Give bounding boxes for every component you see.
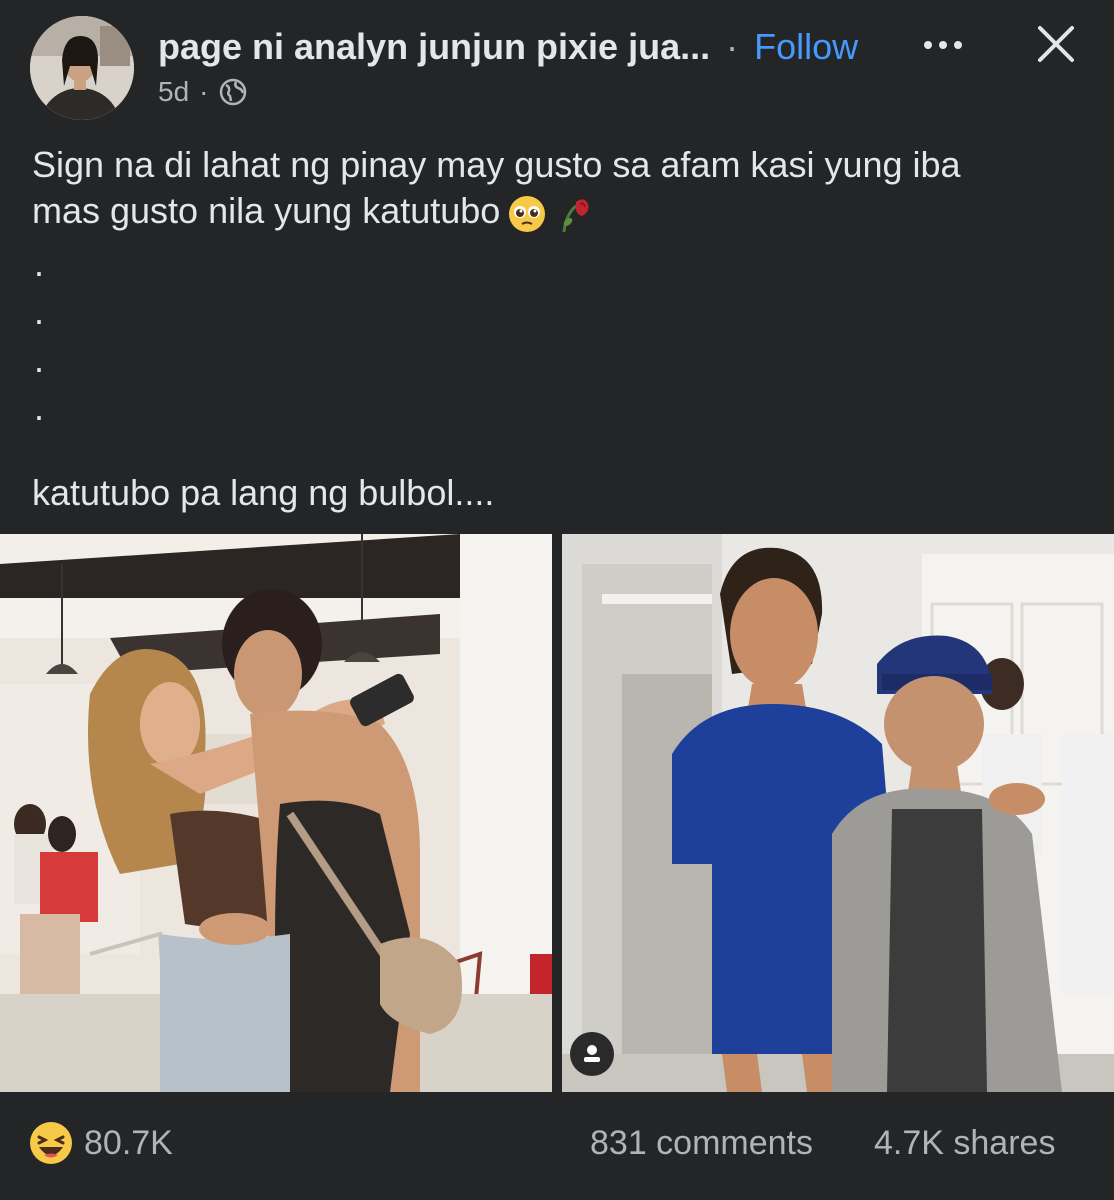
pleading-face-emoji <box>506 192 548 234</box>
post-meta: 5d · <box>158 76 248 108</box>
globe-icon <box>218 77 248 107</box>
comments-count[interactable]: 831 comments <box>590 1124 813 1163</box>
follow-button[interactable]: Follow <box>754 26 858 67</box>
photo-couple-hugging[interactable] <box>0 534 552 1092</box>
haha-reaction-icon[interactable] <box>28 1120 74 1166</box>
facebook-post: page ni analyn junjun pixie jua... · Fol… <box>0 0 1114 1200</box>
dot-line-4: . <box>34 387 45 429</box>
post-time[interactable]: 5d <box>158 76 189 108</box>
post-text-last-line: katutubo pa lang ng bulbol.... <box>32 472 495 513</box>
post-text-line-1: Sign na di lahat ng pinay may gusto sa a… <box>32 144 961 185</box>
author-avatar[interactable] <box>30 16 134 120</box>
post-text-line-2: mas gusto nila yung katutubo <box>32 188 1092 234</box>
more-horizontal-icon[interactable] <box>918 30 968 60</box>
photo-volleyball-player-with-boy[interactable] <box>562 534 1114 1092</box>
post-footer: 80.7K 831 comments 4.7K shares <box>0 1100 1114 1200</box>
meta-separator: · <box>199 76 209 107</box>
wilted-rose-emoji <box>554 192 596 234</box>
dot-line-3: . <box>34 339 45 381</box>
dot-line-1: . <box>34 243 45 285</box>
author-line: page ni analyn junjun pixie jua... · Fol… <box>158 26 858 68</box>
dot-line-2: . <box>34 291 45 333</box>
post-text: Sign na di lahat ng pinay may gusto sa a… <box>32 142 1092 432</box>
separator-dot: · <box>726 26 739 67</box>
shares-count[interactable]: 4.7K shares <box>874 1124 1055 1163</box>
reaction-count[interactable]: 80.7K <box>84 1124 173 1163</box>
post-header: page ni analyn junjun pixie jua... · Fol… <box>0 0 1114 130</box>
author-name[interactable]: page ni analyn junjun pixie jua... <box>158 26 710 67</box>
close-icon[interactable] <box>1034 22 1078 66</box>
post-text-line-2-text: mas gusto nila yung katutubo <box>32 190 501 231</box>
